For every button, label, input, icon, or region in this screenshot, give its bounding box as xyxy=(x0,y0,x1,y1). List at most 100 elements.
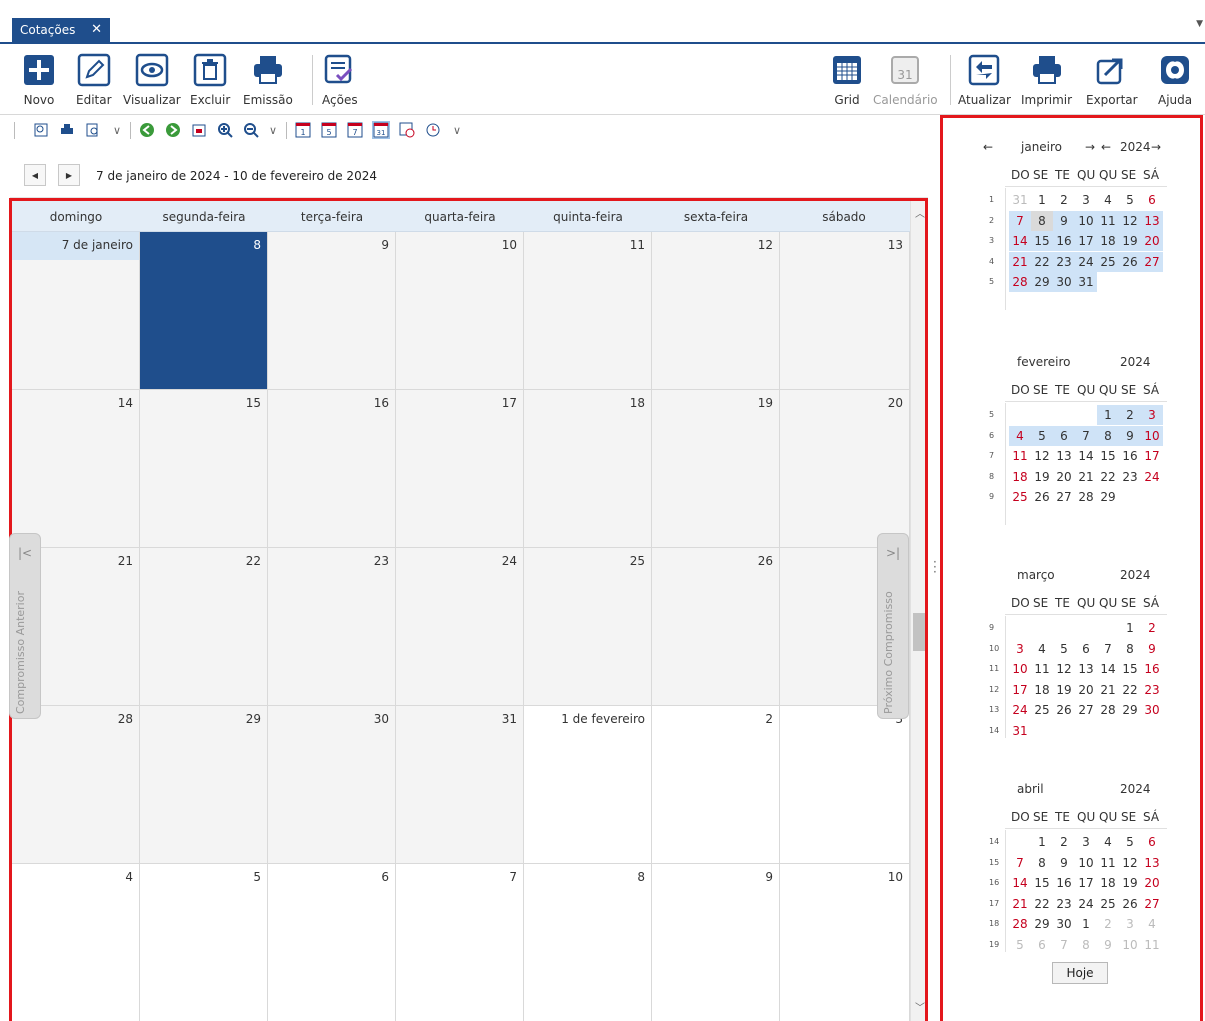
mini-day[interactable]: 9 xyxy=(1141,639,1163,659)
chevron-down-icon[interactable]: ∨ xyxy=(108,121,126,139)
agenda-view-icon[interactable] xyxy=(424,121,442,139)
mini-day[interactable]: 3 xyxy=(1009,639,1031,659)
mini-day[interactable]: 28 xyxy=(1009,272,1031,292)
mini-day[interactable]: 20 xyxy=(1141,231,1163,251)
visualizar-button[interactable]: Visualizar xyxy=(123,53,181,107)
mini-day[interactable]: 26 xyxy=(1053,700,1075,720)
mini-day[interactable]: 30 xyxy=(1053,914,1075,934)
mini-day[interactable]: 18 xyxy=(1097,231,1119,251)
mini-day[interactable]: 1 xyxy=(1119,618,1141,638)
day-cell[interactable]: 8 xyxy=(140,232,268,390)
mini-day[interactable]: 7 xyxy=(1075,425,1097,446)
mini-day[interactable]: 18 xyxy=(1031,680,1053,700)
mini-day[interactable]: 25 xyxy=(1031,700,1053,720)
previous-appointment-tab[interactable]: |< Compromisso Anterior xyxy=(9,533,41,719)
mini-day[interactable]: 12 xyxy=(1119,853,1141,873)
next-button[interactable]: ▶ xyxy=(58,164,80,186)
mini-day[interactable]: 4 xyxy=(1141,914,1163,934)
scroll-down-icon[interactable]: ﹀ xyxy=(915,999,925,1014)
mini-day[interactable]: 14 xyxy=(1009,231,1031,251)
scroll-up-icon[interactable]: ︿ xyxy=(915,205,925,220)
mini-day[interactable]: 24 xyxy=(1075,251,1097,272)
scroll-thumb[interactable] xyxy=(913,613,925,651)
mini-day[interactable]: 6 xyxy=(1053,425,1075,446)
mini-day[interactable]: 11 xyxy=(1031,659,1053,679)
mini-day[interactable]: 1 xyxy=(1075,914,1097,934)
mini-day[interactable]: 24 xyxy=(1009,700,1031,720)
day-cell[interactable]: 12 xyxy=(652,232,780,390)
go-today-icon[interactable] xyxy=(190,121,208,139)
day-cell[interactable]: 14 xyxy=(12,390,140,548)
mini-day[interactable]: 26 xyxy=(1031,487,1053,507)
mini-day[interactable]: 25 xyxy=(1097,894,1119,914)
mini-day[interactable]: 10 xyxy=(1141,425,1163,446)
mini-day[interactable]: 5 xyxy=(1053,639,1075,659)
mini-day[interactable]: 3 xyxy=(1075,190,1097,210)
mini-day[interactable]: 17 xyxy=(1009,680,1031,700)
mini-day[interactable]: 4 xyxy=(1009,425,1031,446)
day-cell[interactable]: 8 xyxy=(524,864,652,1021)
mini-day[interactable]: 29 xyxy=(1031,272,1053,292)
mini-day[interactable]: 30 xyxy=(1141,700,1163,720)
mini-day[interactable]: 22 xyxy=(1097,467,1119,487)
day-cell[interactable]: 3 xyxy=(780,706,910,864)
mini-day[interactable]: 20 xyxy=(1053,467,1075,487)
mini-day[interactable]: 6 xyxy=(1141,190,1163,210)
day-cell[interactable]: 26 xyxy=(652,548,780,706)
mini-day[interactable]: 10 xyxy=(1075,853,1097,873)
mini-day[interactable]: 2 xyxy=(1097,914,1119,934)
mini-day[interactable]: 27 xyxy=(1141,894,1163,914)
day-cell[interactable]: 4 xyxy=(12,864,140,1021)
next-appointment-tab[interactable]: >| Próximo Compromisso xyxy=(877,533,909,719)
mini-day[interactable]: 2 xyxy=(1053,190,1075,210)
mini-day[interactable]: 15 xyxy=(1097,446,1119,466)
mini-day[interactable]: 27 xyxy=(1075,700,1097,720)
mini-day[interactable]: 9 xyxy=(1053,853,1075,873)
mini-day[interactable]: 3 xyxy=(1075,832,1097,852)
mini-day[interactable]: 14 xyxy=(1009,873,1031,893)
mini-day[interactable]: 5 xyxy=(1119,190,1141,210)
mini-day[interactable]: 15 xyxy=(1119,659,1141,679)
excluir-button[interactable]: Excluir xyxy=(190,53,230,107)
day-cell[interactable]: 25 xyxy=(524,548,652,706)
mini-day[interactable]: 13 xyxy=(1141,853,1163,873)
day-cell[interactable]: 28 xyxy=(12,706,140,864)
mini-day[interactable]: 9 xyxy=(1119,425,1141,446)
mini-day[interactable]: 18 xyxy=(1009,467,1031,487)
day-cell[interactable]: 17 xyxy=(396,390,524,548)
day-cell[interactable]: 1 de fevereiro xyxy=(524,706,652,864)
emissao-button[interactable]: Emissão xyxy=(243,53,293,107)
day-cell[interactable]: 16 xyxy=(268,390,396,548)
prev-year-icon[interactable]: ← xyxy=(1101,140,1111,154)
day-cell[interactable]: 10 xyxy=(396,232,524,390)
mini-day[interactable]: 12 xyxy=(1053,659,1075,679)
mini-day[interactable]: 11 xyxy=(1009,446,1031,466)
mini-day[interactable]: 3 xyxy=(1119,914,1141,934)
mini-day[interactable]: 8 xyxy=(1119,639,1141,659)
mini-day[interactable]: 23 xyxy=(1053,894,1075,914)
mini-day[interactable]: 13 xyxy=(1075,659,1097,679)
day-cell[interactable]: 29 xyxy=(140,706,268,864)
mini-day[interactable]: 16 xyxy=(1053,231,1075,251)
mini-day[interactable]: 2 xyxy=(1141,618,1163,638)
mini-day[interactable]: 17 xyxy=(1141,446,1163,466)
imprimir-button[interactable]: Imprimir xyxy=(1021,53,1072,107)
chevron-down-icon[interactable]: ∨ xyxy=(264,121,282,139)
splitter-grip[interactable]: · · · xyxy=(933,556,937,578)
mini-day[interactable]: 5 xyxy=(1009,935,1031,955)
mini-day[interactable]: 29 xyxy=(1031,914,1053,934)
mini-day[interactable]: 19 xyxy=(1119,231,1141,251)
mini-day[interactable]: 10 xyxy=(1119,935,1141,955)
day-cell[interactable]: 31 xyxy=(396,706,524,864)
mini-day[interactable]: 28 xyxy=(1097,700,1119,720)
mini-day[interactable]: 3 xyxy=(1141,405,1163,425)
day-cell[interactable]: 11 xyxy=(524,232,652,390)
mini-day[interactable]: 26 xyxy=(1119,894,1141,914)
day-cell[interactable]: 9 xyxy=(268,232,396,390)
day-cell[interactable]: 24 xyxy=(396,548,524,706)
mini-day[interactable]: 8 xyxy=(1075,935,1097,955)
mini-day[interactable]: 7 xyxy=(1053,935,1075,955)
mini-day[interactable]: 21 xyxy=(1097,680,1119,700)
day-cell[interactable]: 2 xyxy=(652,706,780,864)
novo-button[interactable]: Novo xyxy=(22,53,56,107)
